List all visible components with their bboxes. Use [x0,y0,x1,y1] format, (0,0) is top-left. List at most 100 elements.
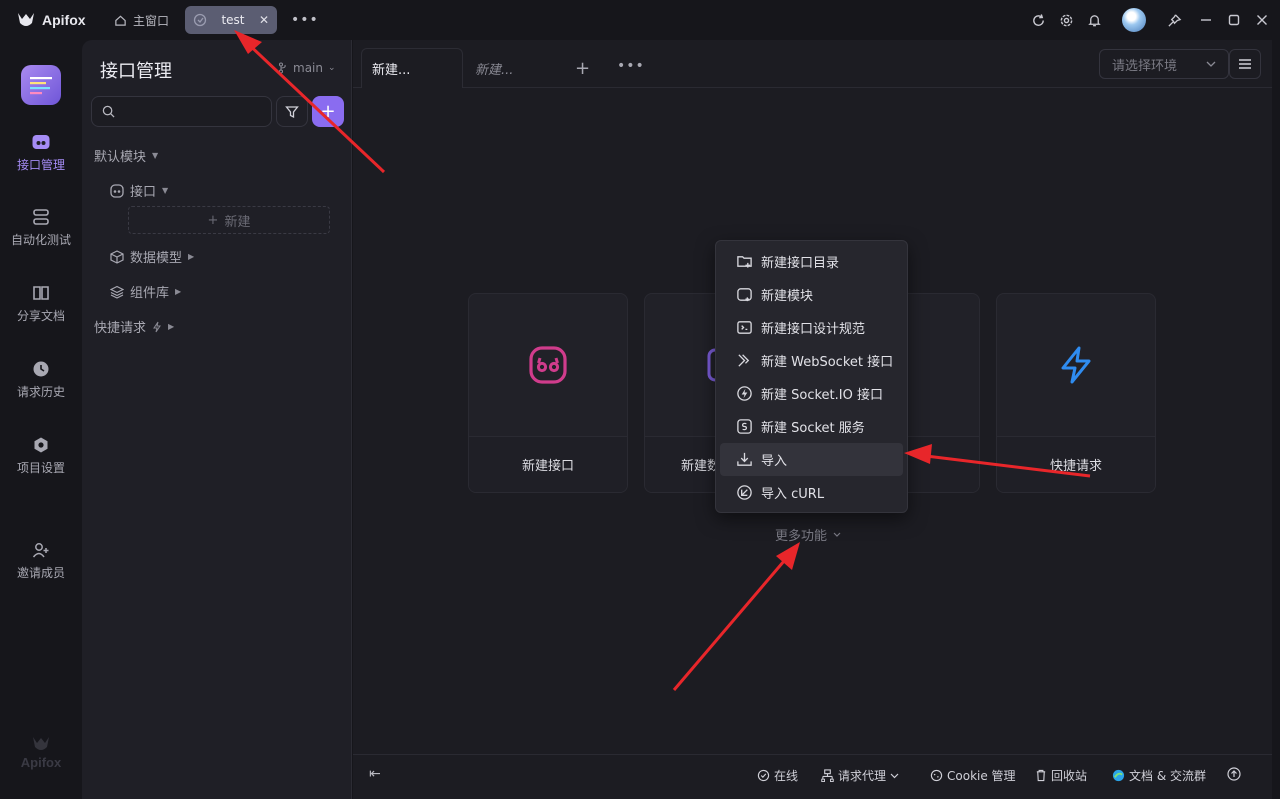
card-new-api[interactable]: 新建接口 [468,293,628,493]
more-functions-button[interactable]: 更多功能 [775,525,841,544]
lightning-icon [1061,346,1091,384]
left-rail: 接口管理 自动化测试 分享文档 请求历史 项目设置 邀请成员 Apifox [0,40,82,799]
curl-icon [737,485,752,500]
tab-new-1[interactable]: 新建... [361,48,463,88]
menu-item-new-socketio[interactable]: 新建 Socket.IO 接口 [720,377,903,410]
main-area: 新建... 新建... + ••• 请选择环境 新建接口 新建数 kdown [353,40,1272,799]
menu-item-label: 新建 Socket.IO 接口 [761,388,883,403]
tree-label: 快捷请求 [94,321,147,336]
brand: Apifox [0,11,100,29]
rail-item-label: 接口管理 [16,158,65,172]
tree-item-quick-requests[interactable]: 快捷请求 ▶ [94,317,174,336]
tree-item-api[interactable]: 接口 ▼ [110,181,168,200]
menu-item-import-curl[interactable]: 导入 cURL [720,476,903,509]
menu-item-import[interactable]: 导入 [720,443,903,476]
avatar[interactable] [1122,8,1146,32]
menu-item-label: 导入 [761,454,788,469]
status-proxy[interactable]: 请求代理 [821,767,899,784]
chevron-down-icon: ⌄ [327,63,336,73]
window-tab-label: test [221,13,245,27]
apifox-logo-icon [18,13,34,26]
tree-new-label: 新建 [224,214,251,230]
refresh-icon[interactable] [1024,6,1052,34]
rail-item-invite[interactable]: 邀请成员 [0,541,82,581]
search-box[interactable] [91,96,272,127]
filter-icon [285,105,299,118]
rail-item-label: 邀请成员 [16,566,65,580]
menu-item-new-spec[interactable]: 新建接口设计规范 [720,311,903,344]
status-bar: ⇤ 在线 请求代理 Cookie 管理 回收站 文档 & 交流群 [353,754,1272,799]
window-tab-test[interactable]: test ✕ [185,6,278,34]
document-tabbar: 新建... 新建... + ••• 请选择环境 [353,40,1272,88]
filter-button[interactable] [276,96,308,127]
upload-icon[interactable] [1227,767,1241,781]
window-tab-main[interactable]: 主窗口 [104,6,179,34]
more-icon[interactable]: ••• [617,58,645,74]
tree-label: 接口 [130,185,157,200]
add-tab-icon[interactable]: + [575,58,590,79]
gear-icon[interactable] [1052,6,1080,34]
project-logo-icon [30,77,52,95]
community-icon [1112,769,1125,782]
rail-item-project-settings[interactable]: 项目设置 [0,436,82,476]
menu-item-new-socket-service[interactable]: 新建 Socket 服务 [720,410,903,443]
add-user-icon [32,543,49,558]
menu-item-new-folder[interactable]: 新建接口目录 [720,245,903,278]
cube-icon [110,249,124,264]
check-circle-icon [757,769,770,782]
rail-item-label: 分享文档 [16,309,65,323]
apifox-logo-icon [33,737,49,750]
card-label: 快捷请求 [997,436,1155,492]
status-online[interactable]: 在线 [757,767,798,784]
tree-label: 默认模块 [94,150,147,165]
lightning-icon [153,321,161,332]
rail-item-label: 请求历史 [16,385,65,399]
folder-plus-icon [737,256,752,268]
automation-icon [33,209,49,225]
tree-item-default-module[interactable]: 默认模块 ▼ [94,146,158,165]
menu-item-label: 新建 WebSocket 接口 [761,355,894,370]
clock-icon [33,361,49,377]
menu-item-new-module[interactable]: 新建模块 [720,278,903,311]
search-input[interactable] [121,104,261,119]
collapse-sidebar-icon[interactable]: ⇤ [369,766,381,782]
rail-item-api-management[interactable]: 接口管理 [0,133,82,173]
environment-select[interactable]: 请选择环境 [1099,49,1229,79]
menu-item-new-websocket[interactable]: 新建 WebSocket 接口 [720,344,903,377]
module-icon [737,288,752,302]
import-icon [737,452,752,466]
card-quick-request[interactable]: 快捷请求 [996,293,1156,493]
add-button[interactable]: + [312,96,344,127]
pin-icon[interactable] [1160,6,1188,34]
tab-new-2[interactable]: 新建... [465,48,563,88]
menu-item-label: 新建接口设计规范 [761,322,866,337]
status-docs-community[interactable]: 文档 & 交流群 [1112,767,1206,784]
rail-item-share-docs[interactable]: 分享文档 [0,284,82,324]
rail-item-label: 项目设置 [16,461,65,475]
more-icon[interactable]: ••• [291,12,319,28]
search-icon [102,105,115,118]
minimize-icon[interactable] [1192,6,1220,34]
status-cookie[interactable]: Cookie 管理 [930,767,1016,784]
status-label: 请求代理 [838,769,887,783]
close-icon[interactable]: ✕ [259,13,269,27]
menu-button[interactable] [1229,49,1261,79]
tree-label: 组件库 [130,286,170,301]
tree-label: 数据模型 [130,251,183,266]
project-logo[interactable] [21,65,61,105]
bell-icon[interactable] [1080,6,1108,34]
rail-item-history[interactable]: 请求历史 [0,360,82,400]
status-label: 文档 & 交流群 [1129,769,1206,783]
maximize-icon[interactable] [1220,6,1248,34]
tree-new-button[interactable]: + 新建 [128,206,330,234]
status-recycle-bin[interactable]: 回收站 [1035,767,1087,784]
close-window-icon[interactable] [1248,6,1276,34]
api-tree-panel: 接口管理 main ⌄ + 默认模块 ▼ 接口 ▼ + 新建 数据模型 ▶ 组件… [82,40,352,799]
branch-icon [279,62,286,74]
api-icon [529,346,567,384]
tree-item-components[interactable]: 组件库 ▶ [110,282,181,301]
rail-item-automation[interactable]: 自动化测试 [0,208,82,248]
tree-item-data-models[interactable]: 数据模型 ▶ [110,247,194,266]
branch-selector[interactable]: main ⌄ [278,61,336,75]
footer-brand-name: Apifox [20,755,62,770]
